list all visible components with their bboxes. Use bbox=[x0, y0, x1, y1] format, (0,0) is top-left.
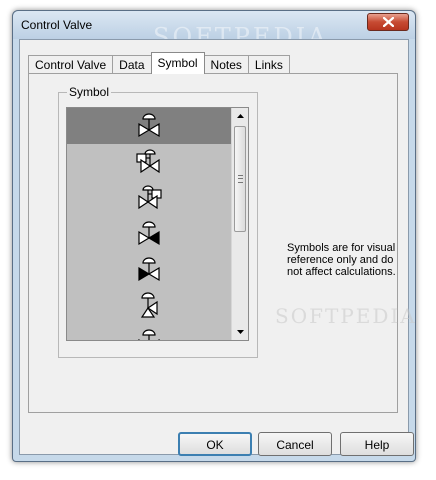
title-bar[interactable]: Control Valve SOFTPEDIA bbox=[13, 11, 415, 51]
tab-data[interactable]: Data bbox=[112, 55, 152, 74]
symbol-list-item[interactable] bbox=[67, 324, 231, 340]
symbol-list-item[interactable] bbox=[67, 144, 231, 180]
symbol-group-label: Symbol bbox=[67, 85, 112, 99]
scroll-down-button[interactable] bbox=[232, 324, 248, 339]
watermark-overlay: SOFTPEDIA bbox=[275, 304, 417, 328]
symbol-list-item[interactable] bbox=[67, 252, 231, 288]
tab-symbol[interactable]: Symbol bbox=[150, 52, 205, 74]
close-button[interactable] bbox=[367, 13, 409, 31]
valve-angle-icon bbox=[140, 292, 158, 318]
cancel-button[interactable]: Cancel bbox=[258, 432, 332, 456]
help-button[interactable]: Help bbox=[340, 432, 414, 456]
tab-notes[interactable]: Notes bbox=[203, 55, 249, 74]
symbol-list-item[interactable] bbox=[67, 288, 231, 324]
dialog-window: Control Valve SOFTPEDIA Control Valve Da… bbox=[12, 10, 416, 462]
arrow-up-icon bbox=[236, 113, 244, 118]
symbol-list-item[interactable] bbox=[67, 180, 231, 216]
symbol-note-text: Symbols are for visual reference only an… bbox=[287, 242, 396, 278]
valve-closed-right-icon bbox=[138, 221, 160, 246]
ok-button[interactable]: OK bbox=[178, 432, 252, 456]
scroll-thumb[interactable] bbox=[234, 126, 246, 232]
symbol-groupbox: Symbol bbox=[58, 85, 258, 358]
close-icon bbox=[383, 17, 394, 27]
arrow-down-icon bbox=[236, 329, 244, 334]
scroll-up-button[interactable] bbox=[232, 108, 248, 123]
symbol-list-item[interactable] bbox=[67, 108, 231, 144]
valve-positioner-icon bbox=[136, 149, 160, 174]
dialog-client: Control Valve Data Symbol Notes Links Sy… bbox=[19, 39, 415, 456]
tab-strip: Control Valve Data Symbol Notes Links bbox=[28, 52, 290, 74]
tab-control-valve[interactable]: Control Valve bbox=[28, 55, 114, 74]
valve-closed-left-icon bbox=[138, 257, 160, 282]
symbol-list-scrollbar[interactable] bbox=[231, 108, 248, 340]
window-title: Control Valve bbox=[21, 18, 93, 32]
symbol-tab-panel: Symbol Symbols are for visual reference … bbox=[28, 73, 415, 413]
valve-partial-icon bbox=[138, 329, 160, 340]
grip-icon bbox=[238, 175, 243, 183]
valve-angle-positioner-icon bbox=[138, 185, 162, 210]
symbol-list-item[interactable] bbox=[67, 216, 231, 252]
valve-diaphragm-icon bbox=[138, 113, 160, 138]
tab-links[interactable]: Links bbox=[247, 55, 290, 74]
symbol-listbox[interactable] bbox=[66, 107, 249, 341]
